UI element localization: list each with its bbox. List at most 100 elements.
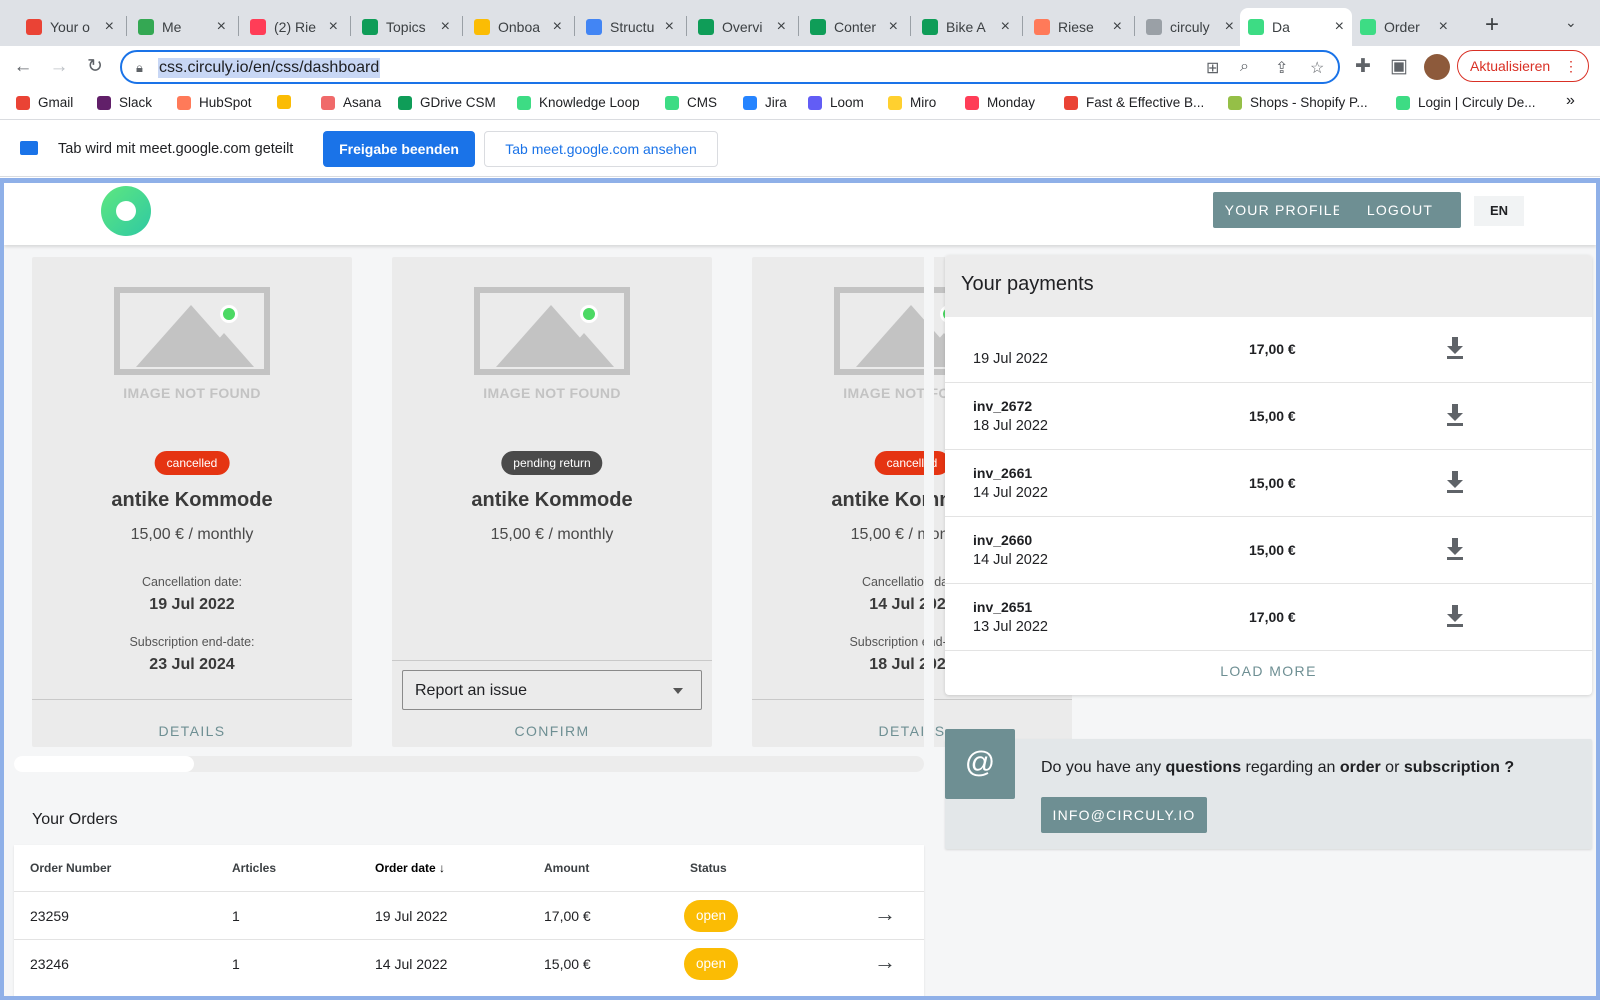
close-tab-icon[interactable]: × (1439, 18, 1448, 36)
arrow-right-icon[interactable]: → (874, 901, 896, 927)
col-amount[interactable]: Amount (544, 861, 589, 875)
browser-tab[interactable]: Conter × (802, 8, 906, 46)
close-tab-icon[interactable]: × (329, 18, 338, 36)
confirm-button[interactable]: CONFIRM (392, 723, 712, 739)
browser-tab[interactable]: (2) Rie × (242, 8, 346, 46)
download-icon[interactable] (1447, 538, 1463, 560)
bookmark-item[interactable] (277, 95, 299, 109)
browser-tab[interactable]: circuly × (1138, 8, 1242, 46)
view-meet-tab-button[interactable]: Tab meet.google.com ansehen (484, 131, 718, 167)
close-tab-icon[interactable]: × (1113, 18, 1122, 36)
close-tab-icon[interactable]: × (777, 18, 786, 36)
browser-tab[interactable]: Bike A × (914, 8, 1018, 46)
circuly-logo[interactable] (101, 186, 151, 236)
col-order-date[interactable]: Order date ↓ (375, 861, 445, 875)
tab-label: Da (1272, 19, 1290, 35)
download-icon[interactable] (1447, 605, 1463, 627)
close-tab-icon[interactable]: × (1225, 18, 1234, 36)
browser-tab[interactable]: Me × (130, 8, 234, 46)
order-row[interactable]: 23246 1 14 Jul 2022 15,00 € open → (14, 939, 924, 987)
address-bar[interactable]: 🔒︎ css.circuly.io/en/css/dashboard ⊞ ⌕ ⇪… (120, 50, 1340, 84)
your-profile-button[interactable]: YOUR PROFILE (1213, 192, 1355, 228)
close-tab-icon[interactable]: × (1335, 18, 1344, 36)
side-panel-icon[interactable]: ▣ (1386, 54, 1412, 80)
bookmark-item[interactable]: GDrive CSM (398, 95, 496, 110)
tab-label: Riese (1058, 19, 1094, 35)
language-switch[interactable]: EN (1474, 196, 1524, 226)
bookmarks-more-icon[interactable]: » (1566, 92, 1575, 110)
browser-tab[interactable]: Order × (1352, 8, 1456, 46)
extensions-icon[interactable]: ✚ (1350, 54, 1376, 80)
product-title: antike Kommode (471, 489, 633, 511)
translate-icon[interactable]: ⊞ (1206, 58, 1219, 78)
tab-favicon-icon (698, 19, 714, 35)
payment-date: 14 Jul 2022 (973, 485, 1048, 501)
bookmark-item[interactable]: Knowledge Loop (517, 95, 640, 110)
stop-sharing-button[interactable]: Freigabe beenden (323, 131, 475, 167)
close-tab-icon[interactable]: × (105, 18, 114, 36)
scrollbar-thumb[interactable] (14, 756, 194, 772)
payment-amount: 15,00 € (1249, 542, 1296, 558)
logout-button[interactable]: LOGOUT (1339, 192, 1461, 228)
browser-tab[interactable]: Your o × (18, 8, 122, 46)
download-icon[interactable] (1447, 337, 1463, 359)
payment-amount: 17,00 € (1249, 341, 1296, 357)
col-order-number[interactable]: Order Number (30, 861, 111, 875)
close-tab-icon[interactable]: × (665, 18, 674, 36)
load-more-button[interactable]: LOAD MORE (945, 663, 1592, 679)
bookmark-item[interactable]: Miro (888, 95, 936, 110)
tab-favicon-icon (250, 19, 266, 35)
bookmark-item[interactable]: Loom (808, 95, 864, 110)
col-status[interactable]: Status (690, 861, 727, 875)
bookmark-item[interactable]: Slack (97, 95, 152, 110)
browser-tab-active[interactable]: Da × (1240, 8, 1352, 46)
browser-tab[interactable]: Riese × (1026, 8, 1130, 46)
carousel-scrollbar[interactable] (14, 756, 924, 772)
report-issue-select[interactable]: Report an issue (402, 670, 702, 710)
bookmark-star-icon[interactable]: ☆ (1310, 58, 1324, 78)
download-icon[interactable] (1447, 404, 1463, 426)
bookmark-item[interactable]: Shops - Shopify P... (1228, 95, 1368, 110)
profile-avatar[interactable] (1424, 54, 1450, 80)
report-issue-label: Report an issue (415, 682, 528, 699)
close-tab-icon[interactable]: × (889, 18, 898, 36)
payments-panel: Your payments 19 Jul 2022 17,00 € inv_2672… (945, 255, 1592, 695)
details-button[interactable]: DETAILS (752, 723, 1072, 739)
bookmark-item[interactable]: CMS (665, 95, 717, 110)
bookmark-item[interactable]: Asana (321, 95, 381, 110)
order-row[interactable]: 23259 1 19 Jul 2022 17,00 € open → (14, 891, 924, 939)
close-tab-icon[interactable]: × (553, 18, 562, 36)
close-tab-icon[interactable]: × (217, 18, 226, 36)
bookmark-item[interactable]: Jira (743, 95, 787, 110)
update-button[interactable]: Aktualisieren ⋮ (1457, 50, 1589, 82)
tab-search-icon[interactable]: ⌄ (1565, 14, 1577, 31)
bookmark-item[interactable]: Login | Circuly De... (1396, 95, 1536, 110)
close-tab-icon[interactable]: × (441, 18, 450, 36)
email-button[interactable]: INFO@CIRCULY.IO (1041, 797, 1207, 833)
bookmark-item[interactable]: Gmail (16, 95, 73, 110)
browser-tab[interactable]: Topics × (354, 8, 458, 46)
zoom-icon[interactable]: ⌕ (1240, 58, 1249, 76)
browser-tab[interactable]: Onboa × (466, 8, 570, 46)
back-icon[interactable]: ← (10, 54, 36, 80)
url-text[interactable]: css.circuly.io/en/css/dashboard (158, 58, 381, 78)
share-icon[interactable]: ⇪ (1275, 58, 1288, 78)
browser-tab[interactable]: Overvi × (690, 8, 794, 46)
close-tab-icon[interactable]: × (1001, 18, 1010, 36)
order-number: 23246 (30, 956, 69, 972)
browser-tab[interactable]: Structu × (578, 8, 682, 46)
bookmark-item[interactable]: HubSpot (177, 95, 252, 110)
bookmark-label: Monday (987, 95, 1036, 110)
page-viewport: YOUR PROFILE LOGOUT EN IMAGE NOT FOUND c… (0, 178, 1600, 1000)
arrow-right-icon[interactable]: → (874, 949, 896, 975)
forward-icon[interactable]: → (46, 54, 72, 80)
image-placeholder (474, 287, 630, 375)
new-tab-button[interactable]: + (1478, 12, 1506, 40)
col-articles[interactable]: Articles (232, 861, 276, 875)
bookmark-item[interactable]: Monday (965, 95, 1035, 110)
details-button[interactable]: DETAILS (32, 723, 352, 739)
reload-icon[interactable]: ↻ (82, 54, 108, 80)
download-icon[interactable] (1447, 471, 1463, 493)
bookmark-item[interactable]: Fast & Effective B... (1064, 95, 1204, 110)
tab-separator (1134, 16, 1135, 36)
